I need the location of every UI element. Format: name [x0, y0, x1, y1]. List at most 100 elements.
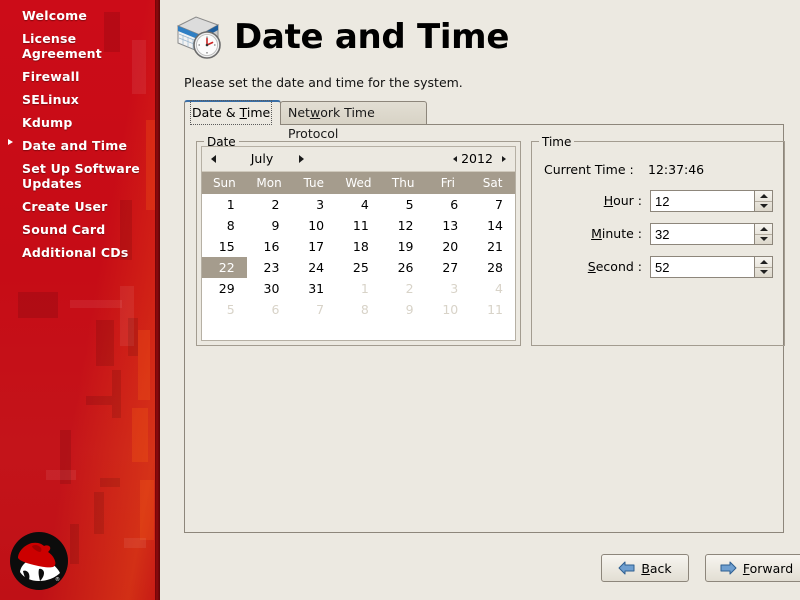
calendar-day[interactable]: 16 [247, 236, 292, 257]
calendar-day: 6 [271, 302, 280, 317]
date-group: Date July 2012 Sun Mon Tue Wed Thu Fri Sat 123… [196, 135, 521, 346]
calendar-month-label: July [250, 151, 274, 166]
sidebar-item-firewall[interactable]: Firewall [0, 65, 160, 88]
back-button[interactable]: Back [601, 554, 689, 582]
tab-label-post: ime [246, 105, 271, 120]
hour-spinner[interactable] [650, 190, 773, 212]
sidebar-item-label: Firewall [22, 69, 80, 84]
sidebar-item-selinux[interactable]: SELinux [0, 88, 160, 111]
page-header: Date and Time [174, 8, 509, 66]
calendar-clock-icon [176, 16, 221, 59]
minute-decrement-button[interactable] [755, 235, 772, 245]
forward-button[interactable]: Forward [705, 554, 800, 582]
prev-month-icon[interactable] [211, 155, 216, 163]
sidebar-item-label: Set Up Software Updates [22, 161, 140, 191]
sidebar-item-label: Additional CDs [22, 245, 129, 260]
calendar-day[interactable]: 25 [336, 257, 381, 278]
calendar-day[interactable]: 11 [336, 215, 381, 236]
calendar-day[interactable]: 26 [381, 257, 426, 278]
calendar-day[interactable]: 31 [291, 278, 336, 299]
sidebar-item-label: Welcome [22, 8, 88, 23]
sidebar-item-license-agreement[interactable]: License Agreement [0, 27, 160, 65]
second-spinner-buttons[interactable] [754, 256, 773, 278]
hour-label-row: Hour : [532, 190, 642, 214]
calendar-grid[interactable]: Sun Mon Tue Wed Thu Fri Sat 1 2 3 4 5 6 7 8 9 10 11 12 13 1… [202, 172, 515, 320]
calendar-day[interactable]: 17 [291, 236, 336, 257]
calendar-day[interactable]: 12 [381, 215, 426, 236]
calendar-day[interactable]: 28 [470, 257, 515, 278]
calendar-day[interactable]: 21 [470, 236, 515, 257]
sidebar-item-label: Sound Card [22, 222, 106, 237]
arrow-right-icon [720, 561, 737, 575]
calendar-weekday: Sun [202, 172, 247, 194]
calendar-day[interactable]: 13 [426, 215, 471, 236]
tab-network-time-protocol[interactable]: Network Time Protocol [280, 101, 427, 141]
calendar-day: 2 [405, 281, 414, 296]
second-label-row: Second : [532, 256, 642, 280]
calendar-weekday: Tue [291, 172, 337, 194]
second-input[interactable] [650, 256, 754, 278]
sidebar: Welcome License Agreement Firewall SELin… [0, 0, 160, 600]
calendar-day[interactable]: 30 [247, 278, 292, 299]
calendar-day[interactable]: 7 [470, 194, 515, 215]
calendar-day: 8 [360, 302, 369, 317]
sidebar-item-date-and-time[interactable]: Date and Time [0, 134, 160, 157]
calendar-day[interactable]: 15 [202, 236, 247, 257]
calendar-day[interactable]: 9 [247, 215, 292, 236]
prev-year-icon[interactable] [453, 155, 457, 162]
calendar-day[interactable]: 29 [202, 278, 247, 299]
minute-spinner-buttons[interactable] [754, 223, 773, 245]
calendar-day[interactable]: 19 [381, 236, 426, 257]
calendar-day[interactable]: 5 [381, 194, 426, 215]
next-year-icon[interactable] [502, 155, 506, 162]
tab-panel: Date July 2012 Sun Mon Tue Wed Thu Fri Sat 123… [184, 124, 785, 533]
time-group: Time Current Time : 12:37:46 Hour : Minu… [531, 135, 785, 346]
sidebar-item-sound-card[interactable]: Sound Card [0, 218, 160, 241]
calendar-day[interactable]: 4 [336, 194, 381, 215]
hour-decrement-button[interactable] [755, 202, 772, 212]
hour-spinner-buttons[interactable] [754, 190, 773, 212]
calendar-day[interactable]: 6 [426, 194, 471, 215]
hour-increment-button[interactable] [755, 191, 772, 202]
sidebar-nav: Welcome License Agreement Firewall SELin… [0, 4, 160, 264]
sidebar-item-kdump[interactable]: Kdump [0, 111, 160, 134]
calendar-day[interactable]: 23 [247, 257, 292, 278]
calendar-week-row: 8 9 10 11 12 13 14 [202, 215, 515, 236]
sidebar-item-additional-cds[interactable]: Additional CDs [0, 241, 160, 264]
second-decrement-button[interactable] [755, 268, 772, 278]
calendar-day[interactable]: 14 [470, 215, 515, 236]
calendar-body[interactable]: 1 2 3 4 5 6 7 8 9 10 11 12 13 14 15 16 17 18 19 20 21 22 23 24 2… [202, 194, 515, 320]
calendar-day[interactable]: 20 [426, 236, 471, 257]
hour-label: Hour : [603, 193, 642, 208]
calendar-day[interactable]: 3 [291, 194, 336, 215]
calendar-day: 3 [450, 281, 459, 296]
tab-date-and-time[interactable]: Date & Time [184, 100, 281, 125]
second-increment-button[interactable] [755, 257, 772, 268]
calendar-day[interactable]: 10 [291, 215, 336, 236]
sidebar-item-label: License Agreement [22, 31, 102, 61]
calendar-day[interactable]: 2 [247, 194, 292, 215]
calendar-day[interactable]: 8 [202, 215, 247, 236]
calendar-day[interactable]: 1 [202, 194, 247, 215]
arrow-left-icon [618, 561, 635, 575]
calendar-day-selected[interactable]: 22 [202, 257, 247, 278]
second-spinner[interactable] [650, 256, 773, 278]
minute-spinner[interactable] [650, 223, 773, 245]
calendar-day[interactable]: 24 [291, 257, 336, 278]
svg-text:®: ® [55, 576, 60, 583]
minute-input[interactable] [650, 223, 754, 245]
calendar-weekday-header: Sun Mon Tue Wed Thu Fri Sat [202, 172, 515, 194]
sidebar-item-set-up-software-updates[interactable]: Set Up Software Updates [0, 157, 160, 195]
sidebar-item-create-user[interactable]: Create User [0, 195, 160, 218]
calendar-day[interactable]: 27 [426, 257, 471, 278]
calendar-day[interactable]: 18 [336, 236, 381, 257]
calendar-widget[interactable]: July 2012 Sun Mon Tue Wed Thu Fri Sat 12345678… [201, 146, 516, 341]
sidebar-item-welcome[interactable]: Welcome [0, 4, 160, 27]
calendar-day: 4 [495, 281, 503, 296]
minute-increment-button[interactable] [755, 224, 772, 235]
minute-label-row: Minute : [532, 223, 642, 247]
next-month-icon[interactable] [299, 155, 304, 163]
calendar-week-row: 1234567 [202, 194, 515, 215]
hour-input[interactable] [650, 190, 754, 212]
triangle-down-icon [759, 270, 768, 275]
